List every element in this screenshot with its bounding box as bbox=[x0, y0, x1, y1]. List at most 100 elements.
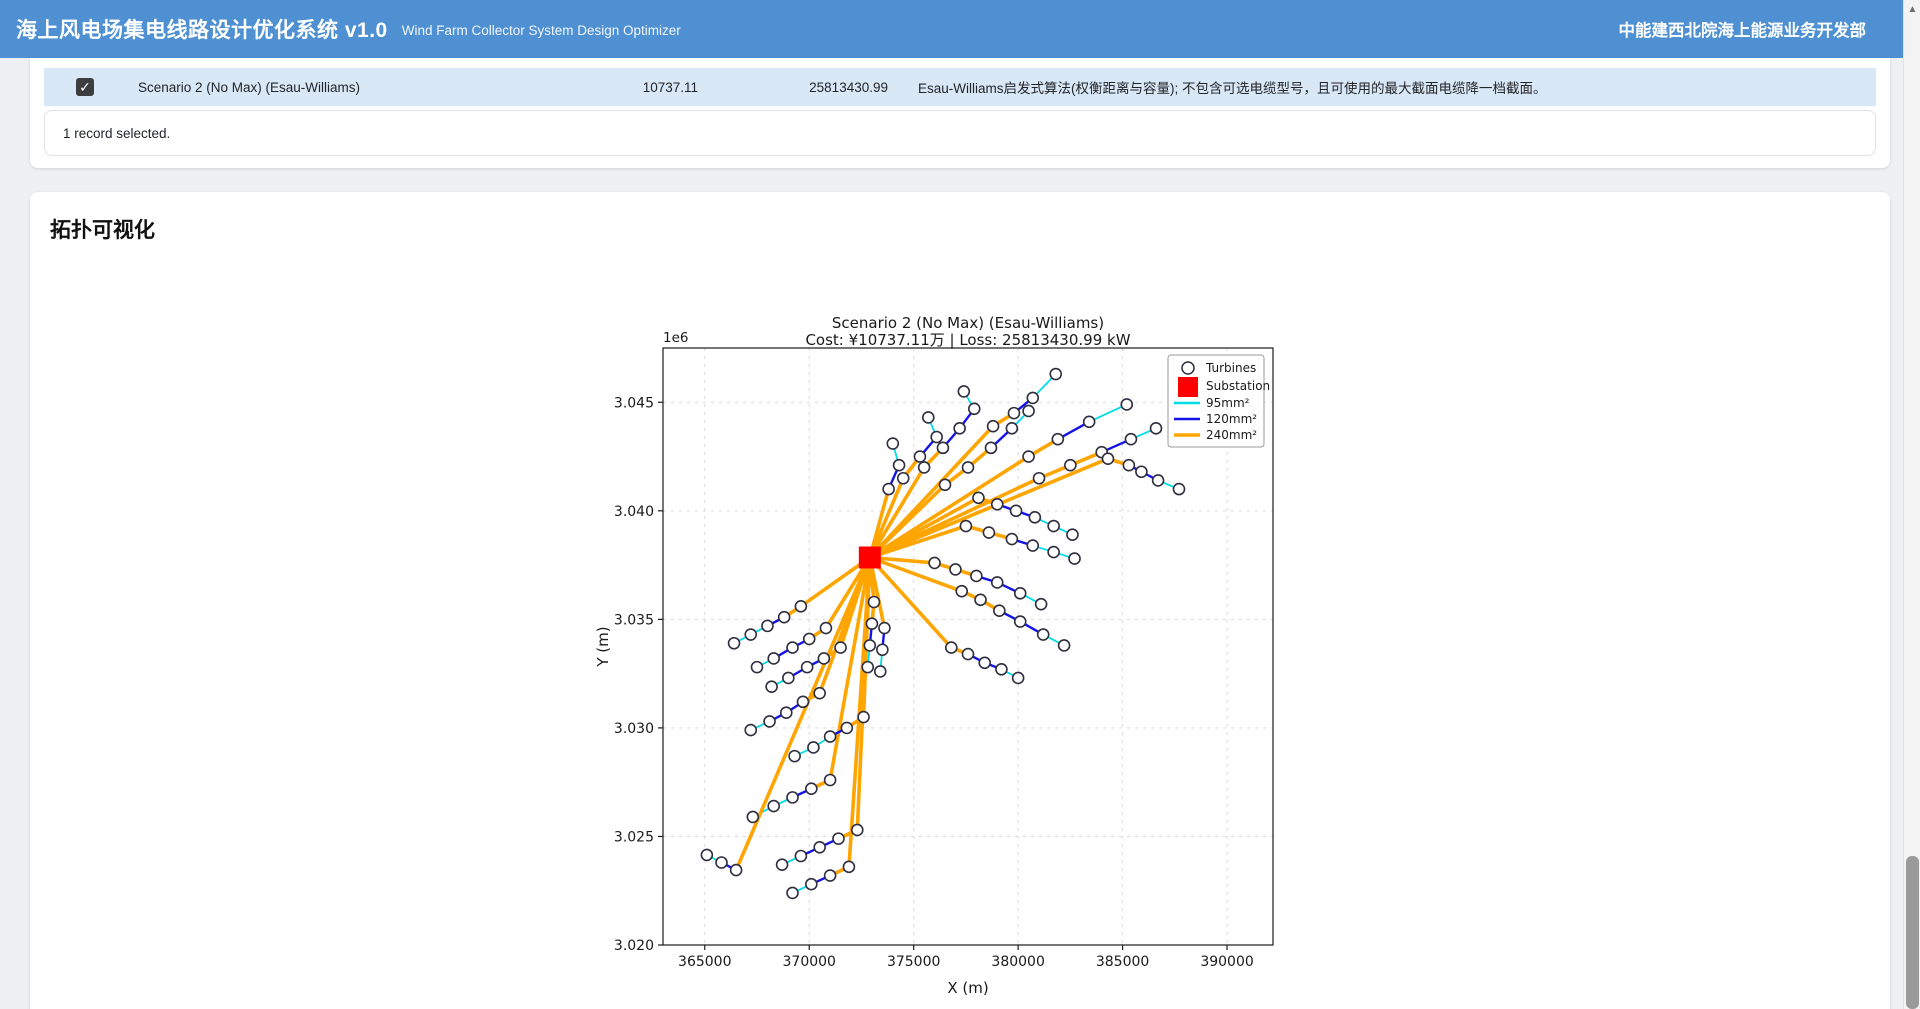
turbine-marker bbox=[787, 792, 798, 803]
scrollbar-up-icon[interactable]: ▲ bbox=[1904, 4, 1920, 15]
turbine-marker bbox=[787, 887, 798, 898]
table-row[interactable]: ✓ Scenario 2 (No Max) (Esau-Williams) 10… bbox=[44, 68, 1876, 106]
turbine-marker bbox=[931, 432, 942, 443]
turbine-marker bbox=[996, 664, 1007, 675]
turbine-marker bbox=[1125, 434, 1136, 445]
turbine-marker bbox=[875, 666, 886, 677]
turbine-marker bbox=[764, 716, 775, 727]
turbine-marker bbox=[1023, 451, 1034, 462]
legend-marker-square bbox=[1178, 377, 1198, 397]
turbine-marker bbox=[883, 484, 894, 495]
x-tick-label: 365000 bbox=[678, 954, 731, 970]
turbine-marker bbox=[752, 662, 763, 673]
vertical-scrollbar[interactable]: ▲ bbox=[1903, 0, 1920, 1009]
legend-marker-circle bbox=[1182, 362, 1194, 374]
turbine-marker bbox=[716, 857, 727, 868]
turbine-marker bbox=[923, 412, 934, 423]
turbine-marker bbox=[789, 751, 800, 762]
turbine-marker bbox=[818, 653, 829, 664]
x-tick-label: 370000 bbox=[783, 954, 836, 970]
legend-label-1: Substation bbox=[1206, 379, 1270, 393]
x-tick-label: 390000 bbox=[1200, 954, 1253, 970]
org-name: 中能建西北院海上能源业务开发部 bbox=[1619, 17, 1881, 41]
turbine-marker bbox=[804, 633, 815, 644]
turbine-marker bbox=[866, 618, 877, 629]
scrollbar-thumb[interactable] bbox=[1906, 856, 1919, 1009]
turbine-marker bbox=[985, 442, 996, 453]
x-tick-label: 375000 bbox=[887, 954, 940, 970]
turbine-marker bbox=[887, 438, 898, 449]
turbine-marker bbox=[919, 462, 930, 473]
turbine-marker bbox=[988, 421, 999, 432]
loss-cell: 25813430.99 bbox=[698, 80, 888, 95]
turbine-marker bbox=[1006, 423, 1017, 434]
turbine-marker bbox=[992, 577, 1003, 588]
chart-subtitle: Cost: ¥10737.11万 | Loss: 25813430.99 kW bbox=[805, 331, 1130, 349]
scenario-name-cell: Scenario 2 (No Max) (Esau-Williams) bbox=[138, 80, 558, 95]
row-checkbox[interactable]: ✓ bbox=[76, 78, 94, 96]
turbine-marker bbox=[1153, 475, 1164, 486]
turbine-marker bbox=[979, 657, 990, 668]
y-tick-label: 3.045 bbox=[614, 395, 654, 411]
turbine-marker bbox=[787, 642, 798, 653]
y-tick-label: 3.040 bbox=[614, 504, 654, 520]
turbine-marker bbox=[1123, 460, 1134, 471]
turbine-marker bbox=[1023, 405, 1034, 416]
turbine-marker bbox=[994, 605, 1005, 616]
turbine-marker bbox=[958, 386, 969, 397]
turbine-marker bbox=[950, 564, 961, 575]
turbine-marker bbox=[898, 473, 909, 484]
turbine-marker bbox=[929, 557, 940, 568]
turbine-marker bbox=[814, 688, 825, 699]
offset-label: 1e6 bbox=[663, 330, 688, 346]
legend-label-0: Turbines bbox=[1205, 361, 1256, 375]
turbine-marker bbox=[963, 462, 974, 473]
x-tick-label: 385000 bbox=[1096, 954, 1149, 970]
turbine-marker bbox=[843, 861, 854, 872]
turbine-marker bbox=[963, 649, 974, 660]
topology-svg: 3650003700003750003800003850003900003.02… bbox=[593, 308, 1353, 1009]
app-subtitle: Wind Farm Collector System Design Optimi… bbox=[402, 23, 681, 38]
turbine-marker bbox=[783, 672, 794, 683]
turbine-marker bbox=[808, 742, 819, 753]
turbine-marker bbox=[1102, 453, 1113, 464]
turbine-marker bbox=[731, 865, 742, 876]
turbine-marker bbox=[745, 629, 756, 640]
turbine-marker bbox=[766, 681, 777, 692]
turbine-marker bbox=[1015, 616, 1026, 627]
turbine-marker bbox=[862, 662, 873, 673]
turbine-marker bbox=[1036, 599, 1047, 610]
y-tick-label: 3.035 bbox=[614, 612, 654, 628]
substation-marker bbox=[859, 546, 881, 568]
cost-cell: 10737.11 bbox=[558, 80, 698, 95]
turbine-marker bbox=[975, 594, 986, 605]
turbine-marker bbox=[806, 783, 817, 794]
turbine-marker bbox=[1069, 553, 1080, 564]
turbine-marker bbox=[745, 725, 756, 736]
turbine-marker bbox=[877, 644, 888, 655]
turbine-marker bbox=[1052, 434, 1063, 445]
turbine-marker bbox=[795, 601, 806, 612]
turbine-marker bbox=[1048, 521, 1059, 532]
turbine-marker bbox=[825, 870, 836, 881]
turbine-marker bbox=[992, 499, 1003, 510]
turbine-marker bbox=[1038, 629, 1049, 640]
turbine-marker bbox=[833, 833, 844, 844]
turbine-marker bbox=[956, 586, 967, 597]
turbine-marker bbox=[937, 442, 948, 453]
turbine-marker bbox=[795, 850, 806, 861]
turbine-marker bbox=[1151, 423, 1162, 434]
turbine-marker bbox=[868, 596, 879, 607]
y-tick-label: 3.025 bbox=[614, 829, 654, 845]
legend-label-2: 95mm² bbox=[1206, 396, 1250, 410]
turbine-marker bbox=[1067, 529, 1078, 540]
turbine-marker bbox=[1008, 408, 1019, 419]
turbine-marker bbox=[946, 642, 957, 653]
turbine-marker bbox=[779, 612, 790, 623]
turbine-marker bbox=[814, 842, 825, 853]
turbine-marker bbox=[971, 570, 982, 581]
turbine-marker bbox=[983, 527, 994, 538]
turbine-marker bbox=[1029, 512, 1040, 523]
legend-label-3: 120mm² bbox=[1206, 412, 1257, 426]
section-title: 拓扑可视化 bbox=[50, 214, 1870, 244]
